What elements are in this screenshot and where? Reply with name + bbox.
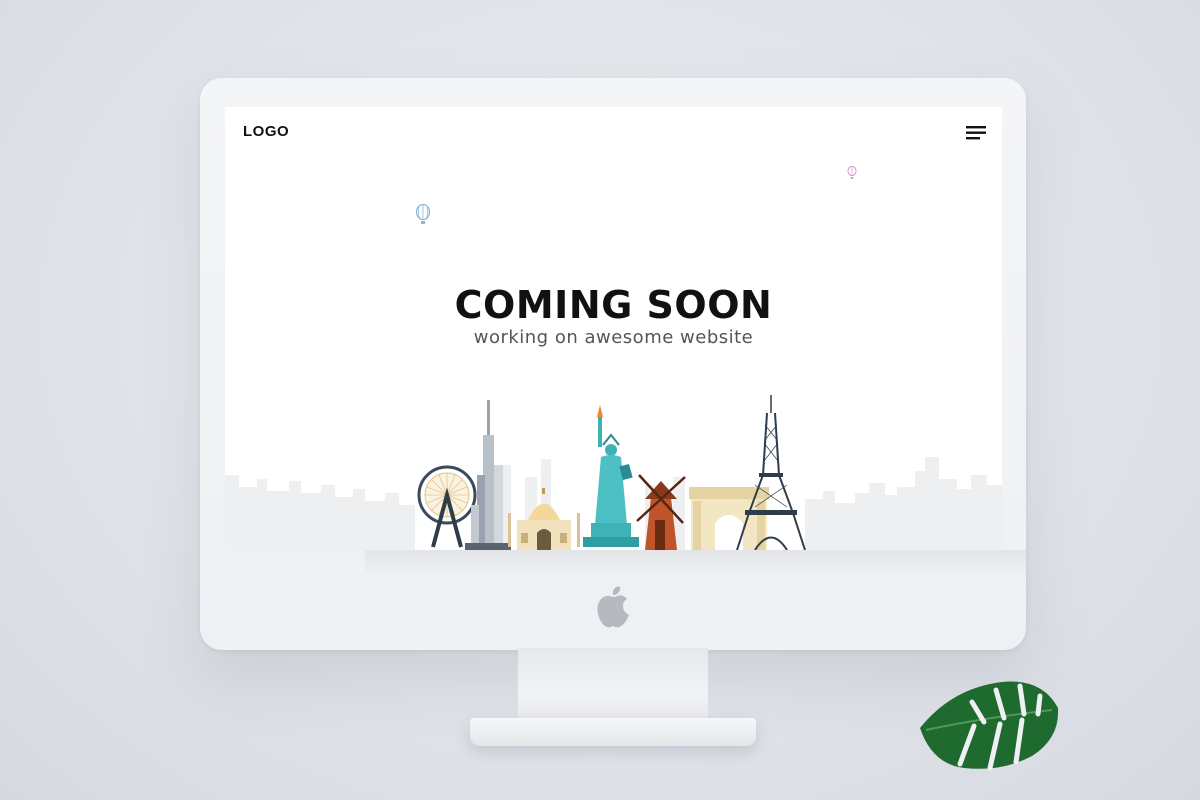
coming-soon-headline: COMING SOON bbox=[454, 283, 773, 327]
monitor-chin-shadow bbox=[365, 550, 1026, 572]
stand-base bbox=[470, 718, 756, 746]
monitor-stand bbox=[470, 648, 756, 746]
website-screen: LOGO COMING SOON working on awesome webs… bbox=[225, 107, 1002, 550]
ferris-wheel bbox=[417, 465, 477, 548]
hamburger-menu-icon[interactable] bbox=[966, 126, 986, 140]
statue-of-liberty bbox=[583, 405, 639, 547]
site-logo[interactable]: LOGO bbox=[243, 123, 289, 140]
site-logo-text: LOGO bbox=[243, 123, 290, 140]
arc-de-triomphe bbox=[689, 487, 769, 550]
world-landmarks-illustration bbox=[225, 395, 1002, 550]
hot-air-balloon-right-icon bbox=[847, 166, 857, 179]
apple-logo-icon bbox=[597, 586, 629, 628]
stand-neck bbox=[518, 648, 708, 726]
coming-soon-subline: working on awesome website bbox=[473, 327, 754, 348]
hot-air-balloon-left-icon bbox=[415, 204, 431, 224]
imac-monitor: LOGO COMING SOON working on awesome webs… bbox=[200, 78, 1026, 650]
monstera-leaf-icon bbox=[920, 681, 1059, 771]
